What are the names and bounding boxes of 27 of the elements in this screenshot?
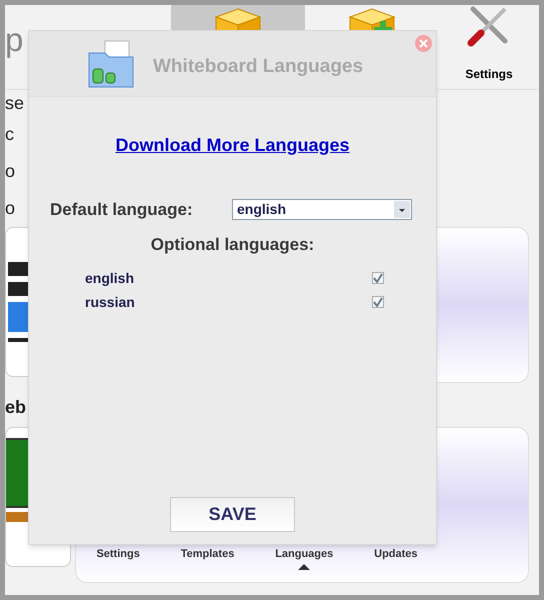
dialog-title: Whiteboard Languages bbox=[153, 55, 364, 79]
language-dropdown[interactable]: english bbox=[232, 199, 412, 220]
language-checkbox[interactable] bbox=[372, 272, 384, 284]
language-name: english bbox=[85, 268, 134, 288]
section-label: eb bbox=[5, 396, 26, 418]
section-tab[interactable]: Settings bbox=[96, 546, 140, 570]
section-tab[interactable]: Languages bbox=[275, 546, 334, 570]
box-icon bbox=[214, 7, 262, 30]
default-language-label: Default language: bbox=[50, 199, 194, 221]
close-button[interactable] bbox=[415, 35, 432, 52]
optional-languages-label: Optional languages: bbox=[150, 234, 314, 256]
language-checkbox[interactable] bbox=[372, 296, 384, 308]
byline-text: se bbox=[5, 92, 24, 114]
download-link[interactable]: Download More Languages bbox=[115, 132, 350, 159]
list-text: c bbox=[5, 123, 14, 146]
language-name: russian bbox=[85, 292, 135, 312]
save-button[interactable]: SAVE bbox=[170, 497, 295, 532]
dropdown-caret-icon bbox=[394, 201, 410, 218]
section-tab[interactable]: Updates bbox=[374, 546, 418, 570]
section-tab[interactable]: Templates bbox=[180, 546, 234, 570]
list-text: o bbox=[5, 160, 16, 183]
nav-tab[interactable]: Settings bbox=[439, 5, 539, 89]
selected-triangle-icon bbox=[298, 564, 310, 570]
app-title: p bbox=[5, 21, 24, 58]
nav-tab[interactable] bbox=[171, 5, 305, 30]
close-icon bbox=[419, 39, 428, 48]
list-text: o bbox=[5, 197, 16, 220]
